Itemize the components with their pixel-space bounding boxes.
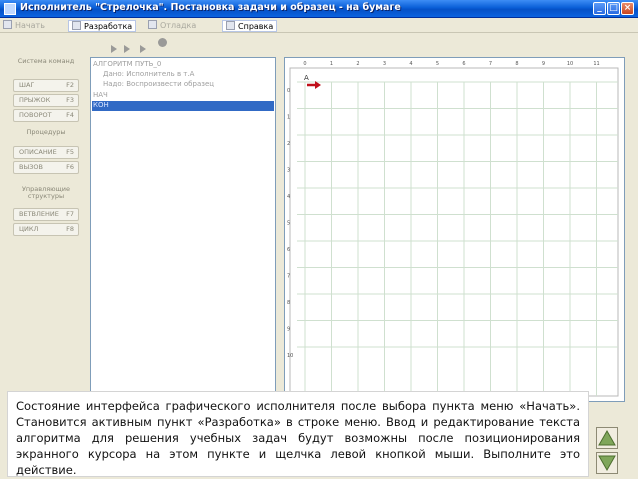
selected-line-highlight	[92, 101, 274, 111]
grid-column-label: 8	[515, 61, 518, 67]
grid-column-label: 1	[330, 61, 333, 67]
window-title: Исполнитель "Стрелочка". Постановка зада…	[20, 2, 401, 13]
menu-item-development-label: Разработка	[84, 22, 133, 31]
start-icon	[3, 20, 12, 29]
call-button-shortcut: F6	[66, 163, 74, 171]
grid-row-label: 8	[287, 300, 290, 306]
jump-button-shortcut: F3	[66, 96, 74, 104]
menu-item-development[interactable]: Разработка	[68, 20, 137, 32]
grid-row-label: 9	[287, 327, 290, 333]
group-procedures: Процедуры	[26, 128, 66, 136]
turn-button-shortcut: F4	[66, 111, 74, 119]
grid-column-label: 4	[409, 61, 412, 67]
menu-item-help[interactable]: Справка	[222, 20, 278, 32]
menu-item-debug[interactable]: Отладка	[148, 20, 196, 32]
grid-row-label: 1	[287, 115, 290, 121]
group-system-commands: Система команд	[17, 57, 75, 65]
menu-item-debug-label: Отладка	[160, 21, 197, 30]
loop-button-label: ЦИКЛ	[19, 225, 39, 233]
scroll-up-button[interactable]	[596, 427, 618, 449]
drawing-field[interactable]: 0 1 2 3 4 5 6 7 8 9 10 11 0 1 2 3 4 5 6 7 8 9 10 A	[284, 57, 625, 402]
scroll-down-button[interactable]	[596, 452, 618, 474]
grid-row-label: 4	[287, 194, 290, 200]
description-button-label: ОПИСАНИЕ	[19, 148, 57, 156]
editor-line[interactable]: Дано: Исполнитель в т.А	[103, 70, 194, 79]
loop-button[interactable]: ЦИКЛ F8	[13, 223, 79, 236]
grid-column-label: 9	[542, 61, 545, 67]
debug-icon	[148, 20, 157, 29]
step-button[interactable]: ШАГ F2	[13, 79, 79, 92]
turn-button[interactable]: ПОВОРОТ F4	[13, 109, 79, 122]
step-icon[interactable]	[140, 38, 150, 72]
grid-column-label: 11	[593, 61, 599, 67]
menu-bar: Начать Разработка Отладка Справка	[0, 19, 638, 33]
branch-button[interactable]: ВЕТВЛЕНИЕ F7	[13, 208, 79, 221]
grid-row-label: 5	[287, 221, 290, 227]
command-panel: Система команд ШАГ F2 ПРЫЖОК F3 ПОВОРОТ …	[8, 55, 84, 245]
grid-column-label: 3	[383, 61, 386, 67]
point-a-label: A	[304, 74, 309, 82]
title-bar[interactable]: Исполнитель "Стрелочка". Постановка зада…	[0, 0, 638, 18]
help-icon	[226, 21, 235, 30]
step-button-label: ШАГ	[19, 81, 35, 89]
menu-item-start-label: Начать	[15, 21, 45, 30]
menu-item-help-label: Справка	[238, 22, 274, 31]
editor-line[interactable]: Надо: Воспроизвести образец	[103, 80, 214, 89]
development-icon	[72, 21, 81, 30]
branch-button-label: ВЕТВЛЕНИЕ	[19, 210, 59, 218]
app-window: Исполнитель "Стрелочка". Постановка зада…	[0, 0, 638, 479]
grid-column-label: 7	[489, 61, 492, 67]
grid-column-label: 6	[462, 61, 465, 67]
group-control-structures: Управляющие структуры	[21, 185, 71, 200]
jump-button-label: ПРЫЖОК	[19, 96, 51, 104]
jump-button[interactable]: ПРЫЖОК F3	[13, 94, 79, 107]
app-icon	[4, 3, 16, 15]
turn-button-label: ПОВОРОТ	[19, 111, 52, 119]
run-toolbar	[0, 34, 638, 72]
editor-line[interactable]: АЛГОРИТМ ПУТЬ_0	[93, 60, 161, 69]
grid-row-label: 0	[287, 88, 290, 94]
grid-column-label: 5	[436, 61, 439, 67]
grid-column-label: 0	[303, 61, 306, 67]
grid-column-label: 10	[567, 61, 573, 67]
grid-row-label: 6	[287, 247, 290, 253]
call-button-label: ВЫЗОВ	[19, 163, 43, 171]
step-button-shortcut: F2	[66, 81, 74, 89]
play-icon[interactable]	[111, 38, 121, 53]
grid: 0 1 2 3 4 5 6 7 8 9 10 11 0 1 2 3 4 5 6 7 8 9 10 A	[287, 61, 619, 397]
editor-line[interactable]: НАЧ	[93, 91, 108, 100]
description-button-shortcut: F5	[66, 148, 74, 156]
grid-row-label: 7	[287, 274, 290, 280]
maximize-button[interactable]: □	[607, 2, 620, 15]
description-button[interactable]: ОПИСАНИЕ F5	[13, 146, 79, 159]
editor-line-selected[interactable]: КОН	[93, 101, 109, 110]
loop-button-shortcut: F8	[66, 225, 74, 233]
algorithm-editor[interactable]: АЛГОРИТМ ПУТЬ_0 Дано: Исполнитель в т.А …	[90, 57, 276, 402]
close-button[interactable]: ×	[621, 2, 634, 15]
fast-forward-icon[interactable]	[124, 38, 134, 72]
grid-row-label: 3	[287, 168, 290, 174]
down-arrow-icon	[598, 455, 616, 472]
grid-row-label: 10	[287, 353, 293, 359]
call-button[interactable]: ВЫЗОВ F6	[13, 161, 79, 174]
minimize-button[interactable]: _	[593, 2, 606, 15]
branch-button-shortcut: F7	[66, 210, 74, 218]
grid-row-label: 2	[287, 141, 290, 147]
menu-item-start[interactable]: Начать	[3, 20, 45, 32]
grid-column-label: 2	[356, 61, 359, 67]
up-arrow-icon	[598, 429, 616, 446]
caption-text: Состояние интерфейса графического исполн…	[7, 391, 589, 477]
stop-icon[interactable]	[158, 38, 167, 47]
